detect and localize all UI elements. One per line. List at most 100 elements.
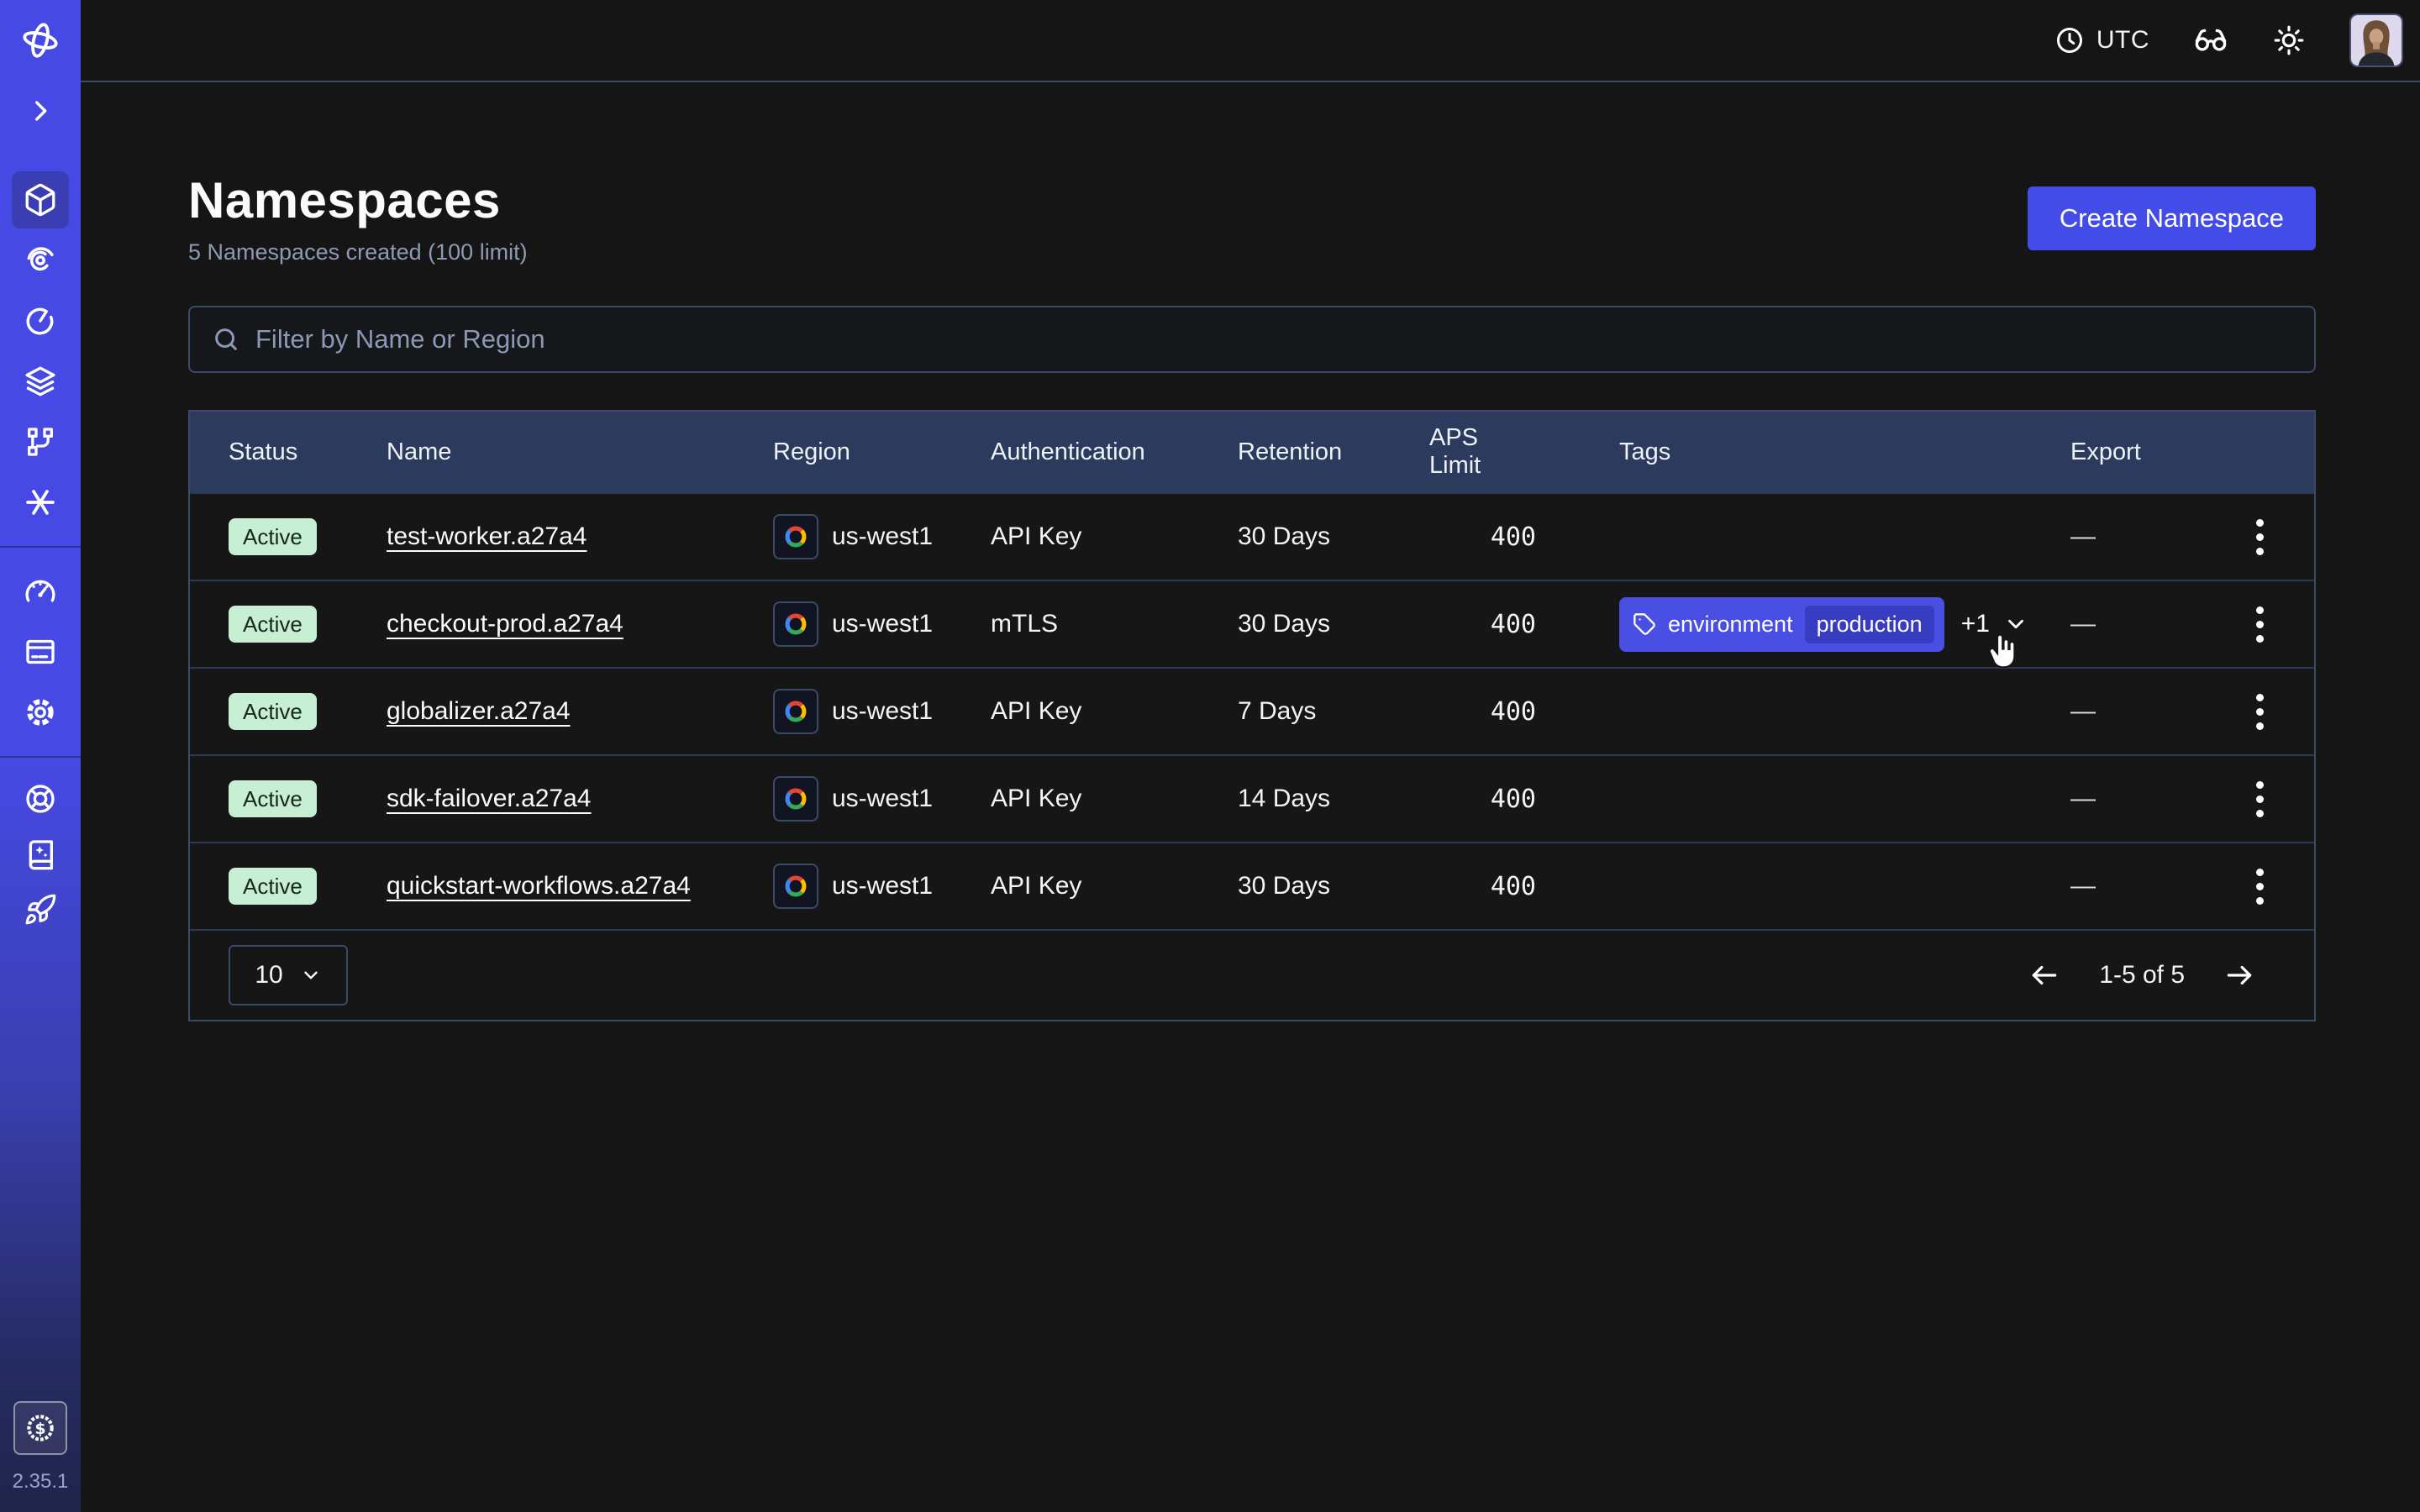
spiral-icon <box>24 244 57 277</box>
table-row: Active test-worker.a27a4 us-west1 API Ke… <box>190 492 2314 580</box>
col-header-region: Region <box>773 438 991 466</box>
create-namespace-button[interactable]: Create Namespace <box>2028 186 2316 250</box>
auth-label: mTLS <box>991 610 1238 638</box>
user-avatar[interactable] <box>2349 13 2403 67</box>
filter-input[interactable] <box>255 324 2314 354</box>
tags-cell: environment production +1 <box>1619 597 2070 652</box>
table-footer: 10 1-5 of 5 <box>190 929 2314 1020</box>
sidebar-item-docs[interactable] <box>0 827 81 882</box>
row-menu-button[interactable] <box>2248 511 2272 564</box>
aps-limit-value: 400 <box>1429 785 1619 814</box>
table-row: Active globalizer.a27a4 us-west1 API Key… <box>190 667 2314 754</box>
cube-icon <box>23 182 58 218</box>
col-header-status: Status <box>190 438 387 466</box>
table-row: Active checkout-prod.a27a4 us-west1 mTLS… <box>190 580 2314 667</box>
namespace-link[interactable]: sdk-failover.a27a4 <box>387 785 592 813</box>
credits-button[interactable]: $ <box>13 1401 67 1455</box>
sidebar-item-schedules[interactable] <box>0 291 81 351</box>
col-header-retention: Retention <box>1238 438 1429 466</box>
sidebar-item-nexus[interactable] <box>0 412 81 472</box>
region-label: us-west1 <box>832 697 933 726</box>
chevron-down-icon <box>300 964 322 986</box>
row-menu-button[interactable] <box>2248 685 2272 738</box>
book-sparkles-icon <box>24 837 57 871</box>
namespace-link[interactable]: checkout-prod.a27a4 <box>387 610 623 638</box>
tags-more-count: +1 <box>1961 610 1990 638</box>
asterisk-icon <box>24 486 57 519</box>
namespaces-table: Status Name Region Authentication Retent… <box>188 410 2316 1021</box>
sidebar-item-settings[interactable] <box>0 682 81 743</box>
next-page-button[interactable] <box>2223 959 2255 991</box>
filter-bar[interactable] <box>188 306 2316 373</box>
namespace-link[interactable]: quickstart-workflows.a27a4 <box>387 872 691 900</box>
namespace-link[interactable]: test-worker.a27a4 <box>387 522 587 551</box>
temporal-logo-icon[interactable] <box>21 0 60 81</box>
export-value: — <box>2070 697 2205 726</box>
theme-toggle-button[interactable] <box>2272 24 2306 57</box>
chevron-down-icon <box>2003 612 2028 637</box>
timezone-selector[interactable]: UTC <box>2054 25 2149 55</box>
region-label: us-west1 <box>832 785 933 813</box>
glasses-icon <box>2193 23 2228 58</box>
rocket-icon <box>24 893 57 927</box>
sidebar-item-getting-started[interactable] <box>0 882 81 937</box>
gcp-region-icon <box>773 689 818 734</box>
gcp-region-icon <box>773 601 818 647</box>
page-subtitle: 5 Namespaces created (100 limit) <box>188 239 528 265</box>
status-badge: Active <box>229 693 317 730</box>
sidebar-item-support[interactable] <box>0 771 81 827</box>
lifebuoy-icon <box>24 782 57 816</box>
auth-label: API Key <box>991 697 1238 726</box>
page-size-select[interactable]: 10 <box>229 945 348 1005</box>
tag-chip[interactable]: environment production <box>1619 597 1944 652</box>
timer-icon <box>24 304 57 338</box>
retention-label: 30 Days <box>1238 522 1429 551</box>
row-menu-button[interactable] <box>2248 598 2272 651</box>
row-menu-button[interactable] <box>2248 860 2272 913</box>
sidebar-divider <box>0 756 81 758</box>
timezone-label: UTC <box>2096 26 2149 55</box>
table-row: Active quickstart-workflows.a27a4 us-wes… <box>190 842 2314 929</box>
sidebar-item-workflows[interactable] <box>0 230 81 291</box>
aps-limit-value: 400 <box>1429 522 1619 552</box>
gcp-region-icon <box>773 864 818 909</box>
sidebar-item-batch[interactable] <box>0 472 81 533</box>
auth-label: API Key <box>991 522 1238 551</box>
sun-icon <box>2272 24 2306 57</box>
page-size-value: 10 <box>255 961 282 990</box>
billing-card-icon <box>24 635 57 669</box>
main-content: Namespaces 5 Namespaces created (100 lim… <box>81 84 2420 1512</box>
status-badge: Active <box>229 518 317 555</box>
export-value: — <box>2070 872 2205 900</box>
namespace-link[interactable]: globalizer.a27a4 <box>387 697 571 726</box>
labs-glasses-button[interactable] <box>2193 23 2228 58</box>
sidebar-item-deployments[interactable] <box>0 351 81 412</box>
gear-icon <box>24 696 57 729</box>
sidebar-item-namespaces[interactable] <box>0 170 81 230</box>
tag-icon <box>1633 612 1656 636</box>
table-header-row: Status Name Region Authentication Retent… <box>190 412 2314 492</box>
aps-limit-value: 400 <box>1429 872 1619 901</box>
row-menu-button[interactable] <box>2248 773 2272 826</box>
pagination-range: 1-5 of 5 <box>2099 961 2185 990</box>
dollar-seal-icon: $ <box>24 1412 56 1444</box>
sidebar-divider <box>0 546 81 548</box>
auth-label: API Key <box>991 872 1238 900</box>
arrow-right-icon <box>2223 959 2255 991</box>
sidebar-expand-button[interactable] <box>26 81 55 141</box>
previous-page-button[interactable] <box>2028 959 2060 991</box>
col-header-aps-limit: APS Limit <box>1429 424 1619 480</box>
tags-expand-button[interactable] <box>2003 612 2028 637</box>
tag-key: environment <box>1668 612 1793 638</box>
clock-icon <box>2054 25 2085 55</box>
tag-value: production <box>1805 606 1934 643</box>
retention-label: 14 Days <box>1238 785 1429 813</box>
gauge-icon <box>24 575 57 608</box>
topbar: UTC <box>81 0 2420 82</box>
version-label: 2.35.1 <box>13 1470 69 1494</box>
branch-icon <box>24 425 57 459</box>
col-header-name: Name <box>387 438 773 466</box>
sidebar-item-billing[interactable] <box>0 622 81 682</box>
export-value: — <box>2070 522 2205 551</box>
sidebar-item-usage[interactable] <box>0 561 81 622</box>
